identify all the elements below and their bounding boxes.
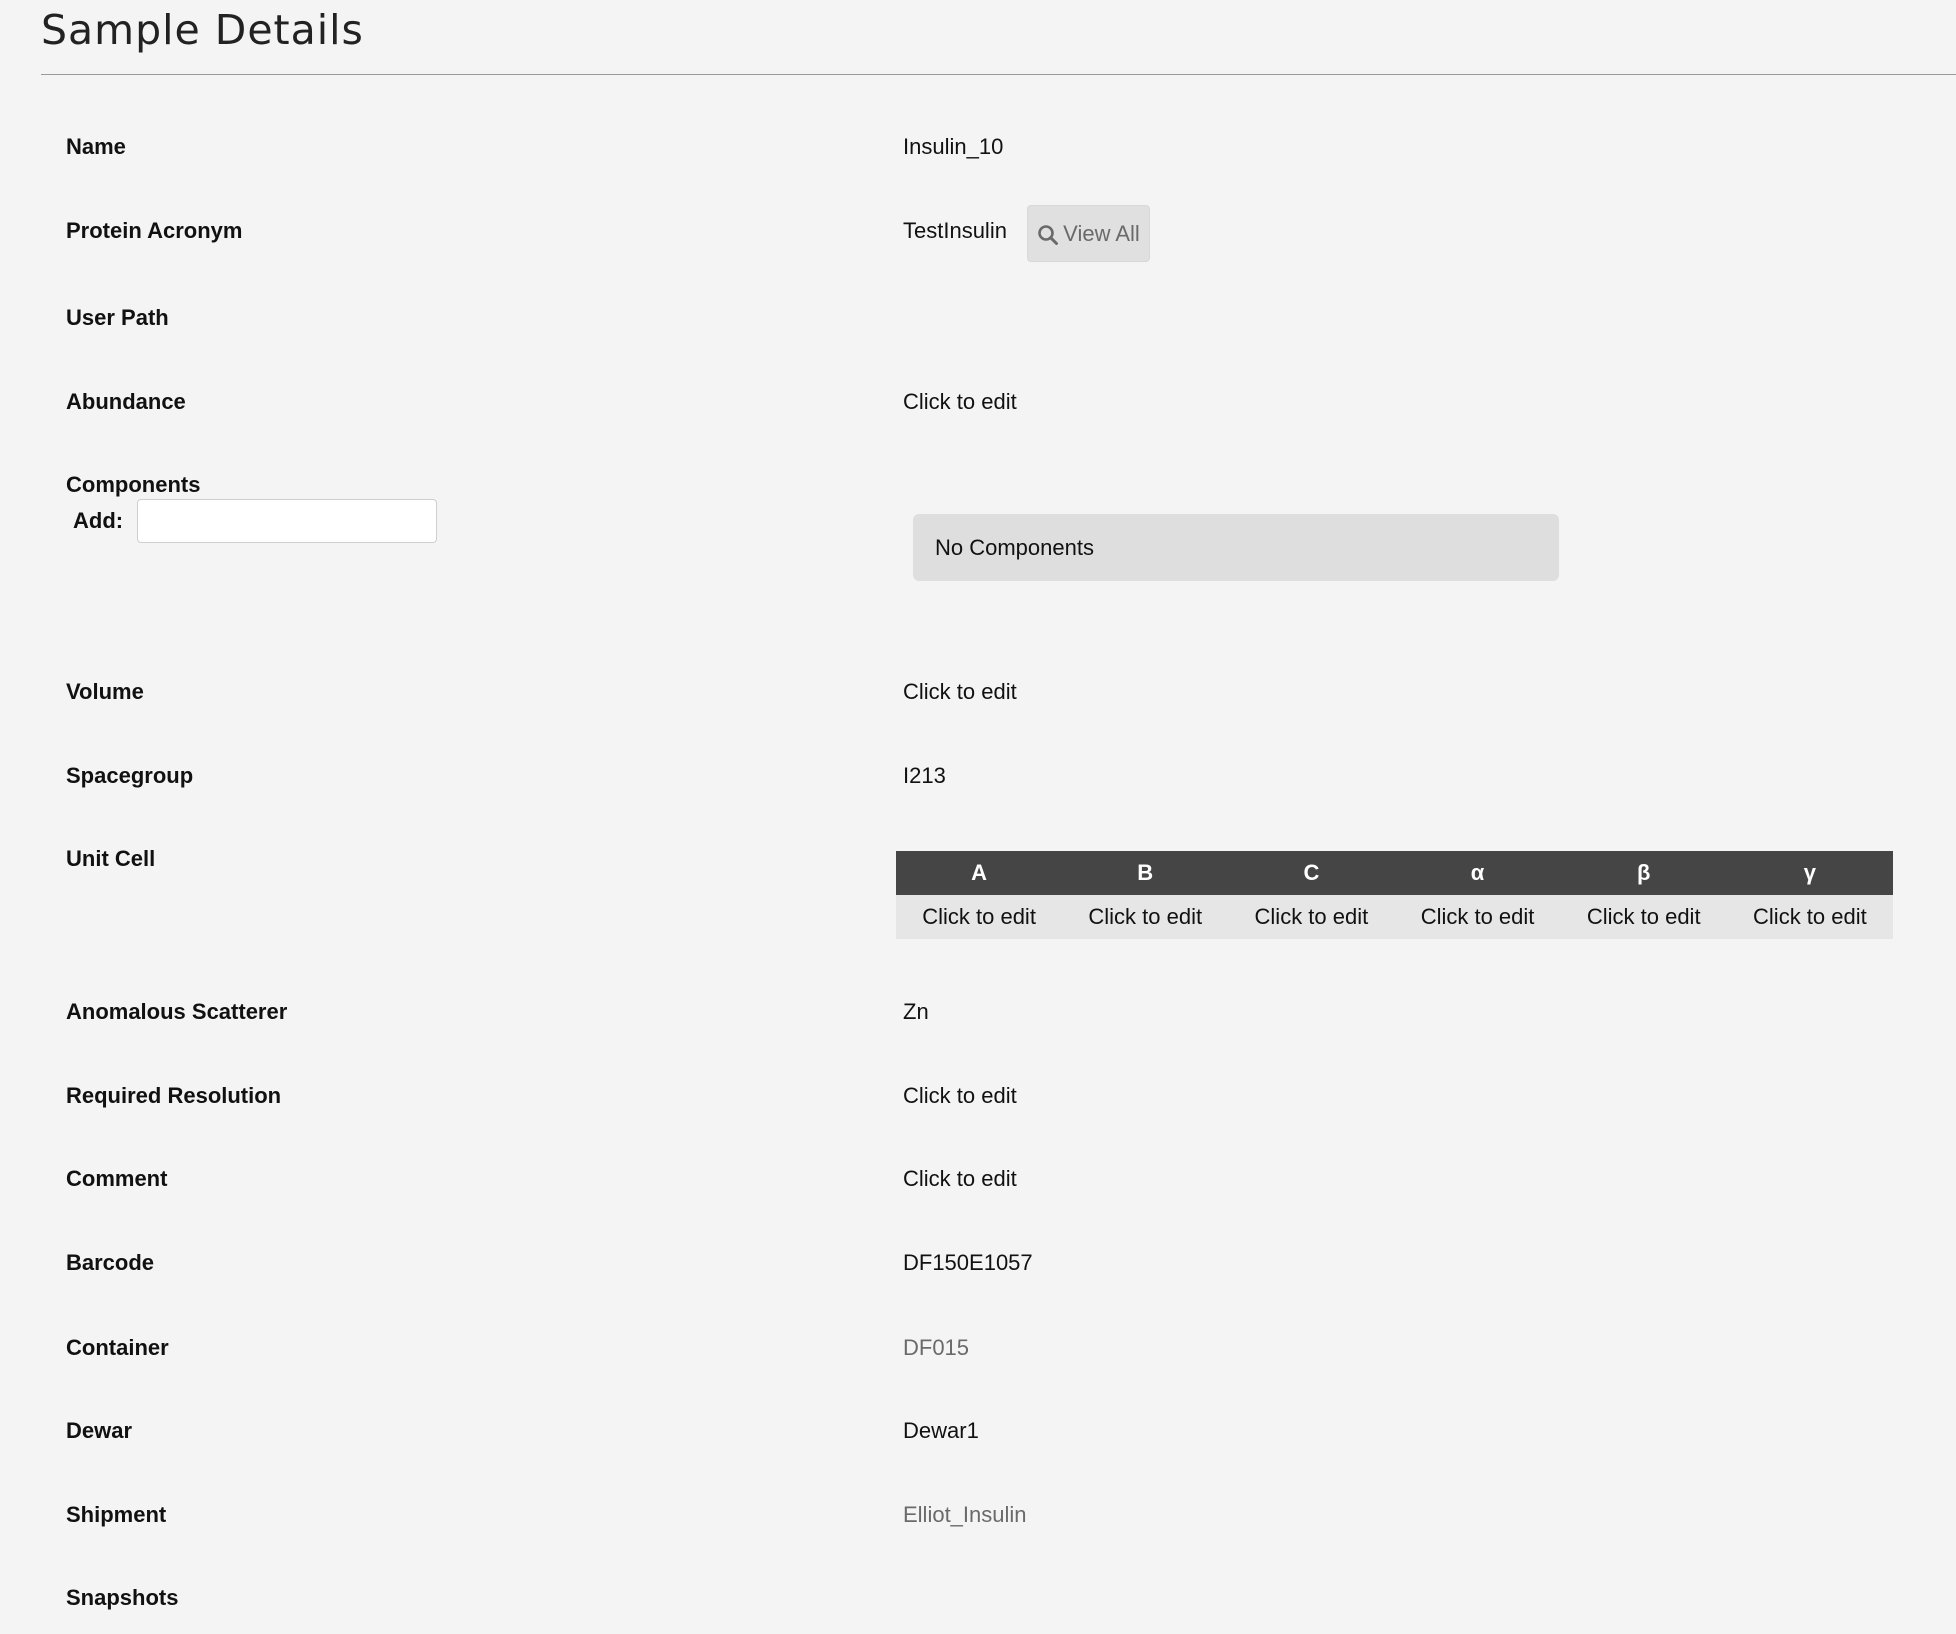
shipment-link[interactable]: Elliot_Insulin bbox=[903, 1502, 1027, 1528]
unit-cell-header-alpha: α bbox=[1394, 851, 1561, 895]
snapshots-label: Snapshots bbox=[66, 1585, 179, 1610]
comment-value[interactable]: Click to edit bbox=[903, 1166, 1017, 1192]
comment-label: Comment bbox=[66, 1166, 168, 1191]
protein-acronym-label: Protein Acronym bbox=[66, 218, 243, 243]
dewar-value: Dewar1 bbox=[903, 1418, 979, 1443]
unit-cell-value-c[interactable]: Click to edit bbox=[1228, 895, 1395, 939]
components-label: Components bbox=[66, 472, 201, 497]
user-path-label: User Path bbox=[66, 305, 169, 330]
view-all-button[interactable]: View All bbox=[1027, 205, 1150, 262]
components-add-label: Add: bbox=[73, 508, 124, 533]
unit-cell-value-alpha[interactable]: Click to edit bbox=[1394, 895, 1561, 939]
name-value: Insulin_10 bbox=[903, 134, 1004, 159]
title-divider bbox=[41, 74, 1956, 75]
unit-cell-value-beta[interactable]: Click to edit bbox=[1560, 895, 1727, 939]
spacegroup-label: Spacegroup bbox=[66, 763, 194, 788]
required-resolution-value[interactable]: Click to edit bbox=[903, 1083, 1017, 1109]
spacegroup-value[interactable]: I213 bbox=[903, 763, 946, 789]
unit-cell-value-row: Click to edit Click to edit Click to edi… bbox=[896, 895, 1893, 939]
volume-value[interactable]: Click to edit bbox=[903, 679, 1017, 705]
dewar-label: Dewar bbox=[66, 1418, 133, 1443]
shipment-label: Shipment bbox=[66, 1502, 167, 1527]
unit-cell-header-a: A bbox=[896, 851, 1063, 895]
unit-cell-header-gamma: γ bbox=[1726, 851, 1893, 895]
view-all-label: View All bbox=[1063, 220, 1140, 246]
barcode-value[interactable]: DF150E1057 bbox=[903, 1250, 1033, 1276]
unit-cell-header-c: C bbox=[1228, 851, 1395, 895]
anomalous-scatterer-label: Anomalous Scatterer bbox=[66, 999, 288, 1024]
no-components-panel: No Components bbox=[913, 514, 1559, 581]
components-add-input[interactable] bbox=[137, 499, 437, 543]
volume-label: Volume bbox=[66, 679, 144, 704]
container-link[interactable]: DF015 bbox=[903, 1335, 969, 1361]
unit-cell-label: Unit Cell bbox=[66, 846, 156, 871]
no-components-text: No Components bbox=[935, 534, 1094, 560]
abundance-label: Abundance bbox=[66, 389, 186, 414]
required-resolution-label: Required Resolution bbox=[66, 1083, 282, 1108]
unit-cell-header-beta: β bbox=[1560, 851, 1727, 895]
search-icon bbox=[1037, 224, 1059, 246]
name-label: Name bbox=[66, 134, 126, 159]
unit-cell-value-a[interactable]: Click to edit bbox=[896, 895, 1063, 939]
sample-details-page: Sample Details Name Insulin_10 Protein A… bbox=[0, 0, 1956, 1634]
unit-cell-table: A B C α β γ Click to edit Click to edit … bbox=[896, 851, 1893, 939]
unit-cell-value-b[interactable]: Click to edit bbox=[1062, 895, 1229, 939]
abundance-value[interactable]: Click to edit bbox=[903, 389, 1017, 415]
unit-cell-header-b: B bbox=[1062, 851, 1229, 895]
unit-cell-header-row: A B C α β γ bbox=[896, 851, 1893, 895]
anomalous-scatterer-value[interactable]: Zn bbox=[903, 999, 929, 1025]
barcode-label: Barcode bbox=[66, 1250, 155, 1275]
page-title: Sample Details bbox=[41, 6, 364, 54]
unit-cell-value-gamma[interactable]: Click to edit bbox=[1726, 895, 1893, 939]
protein-acronym-value: TestInsulin bbox=[903, 218, 1007, 243]
container-label: Container bbox=[66, 1335, 169, 1360]
